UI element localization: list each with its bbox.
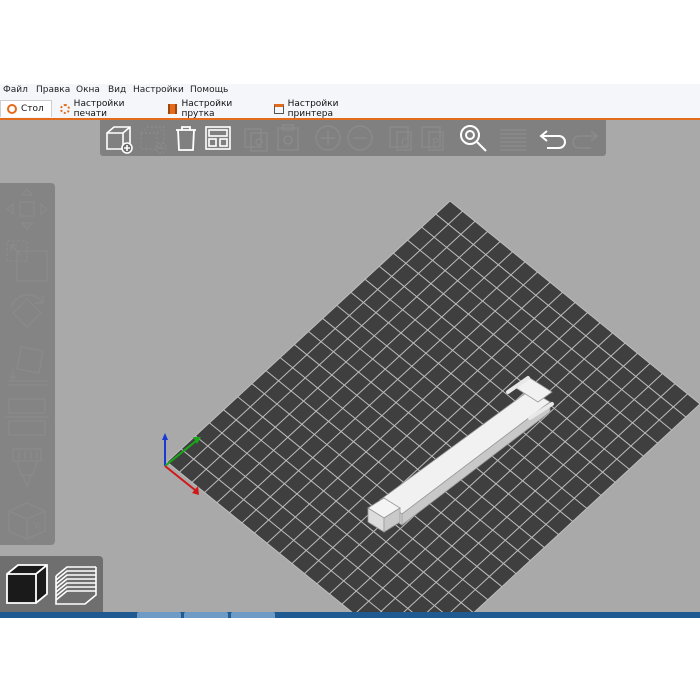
- taskbar-button-3[interactable]: [231, 612, 275, 618]
- filament-icon: [168, 103, 178, 114]
- undo-icon: [539, 130, 566, 149]
- 3d-viewport[interactable]: O P: [0, 120, 700, 614]
- copy-button[interactable]: [240, 122, 272, 154]
- scale-gizmo-button[interactable]: [3, 237, 51, 285]
- build-plate: [167, 201, 700, 614]
- svg-text:O: O: [401, 136, 410, 149]
- tab-filament-settings[interactable]: Настройки прутка: [162, 98, 266, 119]
- split-parts-button[interactable]: P: [418, 122, 450, 154]
- support-paint-button[interactable]: [3, 445, 51, 493]
- menu-bar: Файл Правка Окна Вид Настройки Помощь: [0, 84, 700, 98]
- 3d-view-icon: [6, 564, 48, 604]
- 3d-view-button[interactable]: [4, 560, 50, 608]
- tab-plater[interactable]: Стол: [0, 100, 52, 117]
- remove-instance-icon: [347, 125, 373, 151]
- rotate-gizmo-button[interactable]: [3, 289, 51, 337]
- undo-button[interactable]: [537, 122, 569, 154]
- support-paint-icon: [12, 448, 42, 490]
- top-toolbar: O P: [100, 120, 606, 156]
- place-on-face-icon: [7, 346, 47, 386]
- move-gizmo-icon: [5, 187, 49, 231]
- gizmo-sidebar: [0, 183, 55, 545]
- add-instance-icon: [315, 125, 341, 151]
- redo-icon: [572, 130, 599, 149]
- delete-all-icon: [176, 126, 196, 151]
- taskbar-button-1[interactable]: [137, 612, 181, 618]
- menu-edit[interactable]: Правка: [36, 85, 70, 95]
- split-objects-icon: O: [389, 126, 412, 151]
- split-parts-icon: P: [421, 126, 444, 151]
- taskbar-button-2[interactable]: [184, 612, 228, 618]
- tab-printer-settings[interactable]: Настройки принтера: [268, 98, 388, 119]
- tab-printer-settings-label: Настройки принтера: [287, 98, 339, 119]
- delete-all-button[interactable]: [170, 122, 202, 154]
- redo-button[interactable]: [569, 122, 601, 154]
- plater-icon: [7, 104, 17, 114]
- menu-file[interactable]: Файл: [3, 85, 28, 95]
- cut-button[interactable]: [3, 393, 51, 441]
- tab-plater-label: Стол: [21, 104, 44, 114]
- add-instance-button[interactable]: [312, 122, 344, 154]
- os-taskbar: [0, 612, 700, 618]
- tab-filament-settings-label: Настройки прутка: [181, 98, 233, 119]
- menu-help[interactable]: Помощь: [190, 85, 228, 95]
- preview-layers-button[interactable]: [53, 560, 99, 608]
- view-mode-switcher: [0, 556, 103, 614]
- tab-bar: Стол Настройки печати Настройки прутка Н…: [0, 98, 700, 120]
- delete-object-button[interactable]: [137, 122, 169, 154]
- add-object-icon: [106, 126, 133, 154]
- move-gizmo-button[interactable]: [3, 185, 51, 233]
- search-button[interactable]: [457, 122, 489, 154]
- layers-editing-icon: [500, 129, 526, 151]
- search-icon: [460, 125, 487, 152]
- menu-settings[interactable]: Настройки: [133, 85, 184, 95]
- seam-paint-icon: [8, 502, 46, 540]
- preview-layers-icon: [55, 566, 97, 605]
- svg-text:P: P: [432, 136, 439, 149]
- printer-icon: [274, 103, 284, 114]
- paste-icon: [277, 124, 299, 151]
- copy-icon: [244, 128, 268, 152]
- delete-object-icon: [140, 126, 167, 154]
- arrange-button[interactable]: [202, 122, 234, 154]
- menu-view[interactable]: Вид: [108, 85, 126, 95]
- slicer-window: Файл Правка Окна Вид Настройки Помощь Ст…: [0, 84, 700, 614]
- layers-editing-button[interactable]: [497, 122, 529, 154]
- scale-gizmo-icon: [6, 240, 48, 282]
- print-settings-gear-icon: [60, 103, 70, 114]
- paste-button[interactable]: [272, 122, 304, 154]
- tab-print-settings[interactable]: Настройки печати: [54, 98, 162, 119]
- rotate-gizmo-icon: [10, 294, 44, 328]
- 3d-scene[interactable]: [0, 120, 700, 614]
- split-objects-button[interactable]: O: [386, 122, 418, 154]
- cut-icon: [5, 398, 49, 436]
- z-axis-arrow: [162, 433, 168, 440]
- menu-windows[interactable]: Окна: [76, 85, 100, 95]
- arrange-icon: [205, 126, 231, 150]
- place-on-face-button[interactable]: [3, 341, 51, 389]
- add-object-button[interactable]: [103, 122, 135, 154]
- remove-instance-button[interactable]: [344, 122, 376, 154]
- seam-paint-button[interactable]: [3, 497, 51, 545]
- tab-print-settings-label: Настройки печати: [73, 98, 125, 119]
